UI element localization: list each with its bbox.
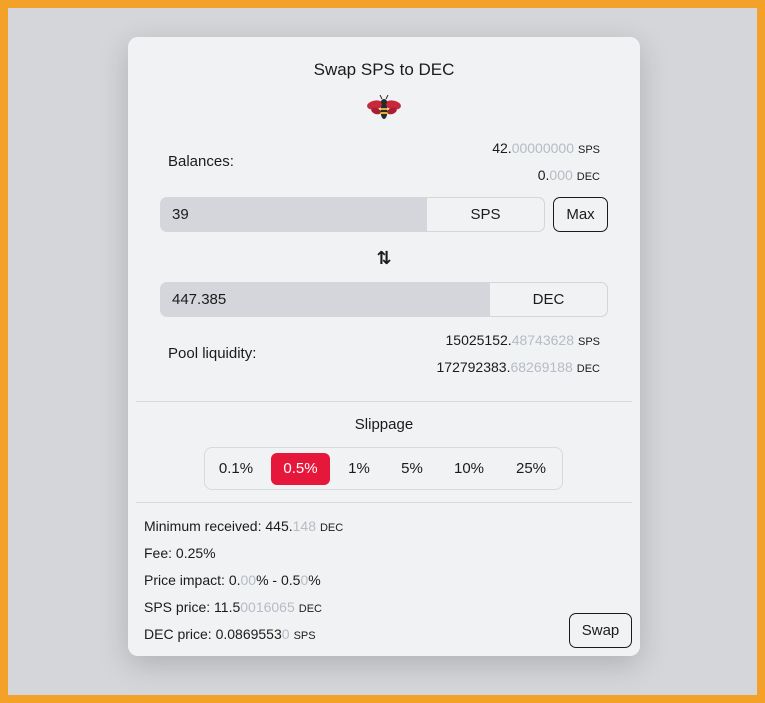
from-amount-value[interactable]: 39 <box>172 206 189 223</box>
divider <box>136 401 632 402</box>
pool-dec-main: 172792383. <box>436 359 511 375</box>
pool-sps: 15025152.48743628 SPS <box>446 332 601 348</box>
minimum-received: Minimum received: 445.148 DEC <box>144 518 343 534</box>
balance-dec-unit: DEC <box>576 171 600 183</box>
to-amount-input[interactable]: 447.385 DEC <box>160 282 608 317</box>
pool-dec-decimals: 68269188 <box>510 359 573 375</box>
balance-sps-main: 42. <box>492 140 512 156</box>
minimum-received-decimals: 148 <box>292 518 316 534</box>
price-impact-a-decimals: 00 <box>240 572 257 588</box>
sps-price-label: SPS price: <box>144 599 215 615</box>
pool-liquidity-label: Pool liquidity: <box>168 345 257 362</box>
balance-sps: 42.00000000 SPS <box>492 140 600 156</box>
slippage-option-5[interactable]: 5% <box>392 453 432 485</box>
pool-sps-decimals: 48743628 <box>511 332 574 348</box>
slippage-option-0.1[interactable]: 0.1% <box>210 453 262 485</box>
balance-dec: 0.000 DEC <box>538 167 600 183</box>
minimum-received-unit: DEC <box>319 522 344 534</box>
minimum-received-main: 445. <box>265 518 293 534</box>
fee: Fee: 0.25% <box>144 545 216 561</box>
divider <box>136 502 632 503</box>
slippage-title: Slippage <box>354 416 414 433</box>
price-impact-a-main: 0. <box>228 572 241 588</box>
slippage-option-25[interactable]: 25% <box>505 453 557 485</box>
sps-price: SPS price: 11.50016065 DEC <box>144 599 322 615</box>
price-impact: Price impact: 0.00% - 0.50% <box>144 572 321 588</box>
from-token-label: SPS <box>426 197 545 232</box>
bee-icon <box>367 95 401 119</box>
sps-price-unit: DEC <box>298 603 322 615</box>
pool-dec-unit: DEC <box>576 363 600 375</box>
price-impact-mid: % - 0.5 <box>256 572 301 588</box>
balance-dec-main: 0. <box>537 167 550 183</box>
dec-price-label: DEC price: <box>144 626 216 642</box>
dec-price: DEC price: 0.08695530 SPS <box>144 626 316 642</box>
pool-sps-unit: SPS <box>577 336 600 348</box>
slippage-option-0.5[interactable]: 0.5% <box>271 453 330 485</box>
price-impact-label: Price impact: <box>144 572 229 588</box>
dec-price-decimals: 0 <box>281 626 290 642</box>
from-amount-input[interactable]: 39 SPS <box>160 197 545 232</box>
to-amount-value[interactable]: 447.385 <box>172 291 226 308</box>
minimum-received-label: Minimum received: <box>144 518 266 534</box>
dialog-title: Swap SPS to DEC <box>313 60 455 79</box>
swap-dialog: Swap SPS to DEC Balances: 42.00000000 SPS… <box>128 37 640 656</box>
dec-price-unit: SPS <box>293 630 316 642</box>
pool-dec: 172792383.68269188 DEC <box>437 359 601 375</box>
dec-price-main: 0.0869553 <box>215 626 282 642</box>
balance-dec-decimals: 000 <box>549 167 573 183</box>
balance-sps-unit: SPS <box>577 144 600 156</box>
price-impact-end: % <box>308 572 321 588</box>
slippage-option-1[interactable]: 1% <box>339 453 379 485</box>
balances-label: Balances: <box>168 153 234 170</box>
balance-sps-decimals: 00000000 <box>511 140 574 156</box>
slippage-options: 0.1% 0.5% 1% 5% 10% 25% <box>204 447 563 490</box>
sps-price-decimals: 0016065 <box>240 599 295 615</box>
slippage-option-10[interactable]: 10% <box>443 453 495 485</box>
sps-price-main: 11.5 <box>214 599 241 615</box>
swap-arrows-icon[interactable]: ⇅ <box>375 249 393 267</box>
pool-sps-main: 15025152. <box>445 332 512 348</box>
to-token-label: DEC <box>489 282 608 317</box>
max-button[interactable]: Max <box>553 197 608 232</box>
swap-button[interactable]: Swap <box>569 613 632 648</box>
